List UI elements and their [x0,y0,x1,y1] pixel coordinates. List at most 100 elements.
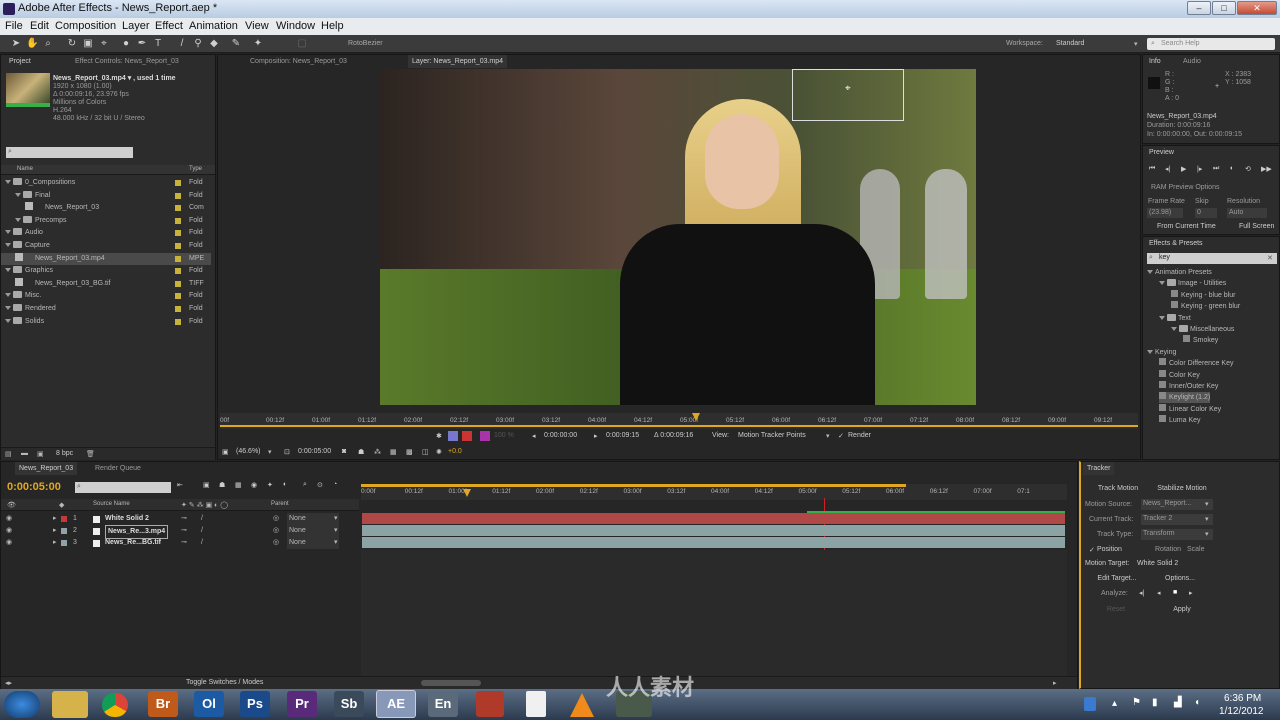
layer-bar-news-report-mp4[interactable] [362,525,1065,536]
skip-input[interactable]: 0 [1195,208,1217,218]
encore-taskbar-icon[interactable]: En [428,691,458,717]
hide-shy-layers-icon[interactable]: ☗ [219,481,225,489]
pick-whip-icon[interactable]: ◎ [273,537,279,549]
label-color-swatch[interactable] [175,318,181,325]
track-point-crosshair-icon[interactable]: ⌖ [845,83,851,94]
show-snapshot-icon[interactable]: ☗ [358,448,364,456]
always-preview-icon[interactable]: ▣ [222,448,229,456]
after-effects-taskbar-icon[interactable]: AE [376,690,416,718]
project-item[interactable]: 0_Compositions Fold [1,177,211,189]
frame-blending-icon[interactable]: ▦ [235,481,242,489]
layer-label-color[interactable] [61,540,67,546]
effect-item[interactable]: Color Key [1159,369,1200,381]
tab-effect-controls[interactable]: Effect Controls: News_Report_03 [71,55,183,68]
project-item[interactable]: Audio Fold [1,227,211,239]
project-item[interactable]: Misc. Fold [1,290,211,302]
project-item[interactable]: Final Fold [1,190,211,202]
track-point-box[interactable] [792,69,904,121]
effect-item[interactable]: Animation Presets [1147,267,1212,278]
network-icon[interactable]: ▟ [1174,697,1182,708]
project-item[interactable]: Graphics Fold [1,265,211,277]
tab-effects-presets[interactable]: Effects & Presets [1145,237,1207,250]
from-current-time-checkbox[interactable]: From Current Time [1157,223,1216,230]
auto-keyframe-icon[interactable]: ◐ [283,481,287,488]
project-item[interactable]: Solids Fold [1,316,211,328]
eye-icon[interactable]: ◉ [6,513,12,525]
effect-item[interactable]: Color Difference Key [1159,358,1233,369]
quality-icon[interactable]: / [201,513,203,525]
timeline-work-area[interactable] [361,484,906,487]
brainstorm-icon[interactable]: ✦ [267,481,273,489]
zoom-slider[interactable] [421,680,481,686]
expand-triangle-icon[interactable]: ▸ [53,525,57,537]
effect-item[interactable]: Inner/Outer Key [1159,381,1218,392]
pen-tool-icon[interactable]: ✒ [136,38,148,50]
track-type-dropdown[interactable]: Transform ▾ [1141,529,1213,540]
premiere-taskbar-icon[interactable]: Pr [287,691,317,717]
layer-row[interactable]: ◉ ▸ 3 News_Re...BG.tif ⊸ / ◎ None ▾ [1,537,359,549]
effect-item[interactable]: Linear Color Key [1159,403,1221,415]
motion-blur-icon[interactable]: ◉ [251,481,257,489]
edit-target-button[interactable]: Edit Target... [1089,573,1145,585]
interpret-footage-icon[interactable]: ▤ [5,450,12,458]
label-color-swatch[interactable] [175,243,181,249]
effect-item[interactable]: Keying - green blur [1171,301,1240,312]
analyze-one-back-icon[interactable]: ◂ [1157,589,1161,597]
label-color-swatch[interactable] [175,280,181,287]
project-item[interactable]: News_Report_03.mp4 MPE [1,252,211,265]
clone-stamp-tool-icon[interactable]: ⚲ [192,38,204,50]
set-in-icon[interactable] [448,431,458,441]
puppet-tool-icon[interactable]: ✦ [252,38,264,50]
show-hidden-icons-icon[interactable]: ▴ [1112,698,1117,709]
timeline-empty-area[interactable] [361,550,1067,676]
camera-tool-icon[interactable]: ▣ [82,38,94,50]
menu-composition[interactable]: Composition [55,20,116,32]
shy-icon[interactable]: ⊸ [181,513,187,525]
layer-row[interactable]: ◉ ▸ 2 News_Re...3.mp4 ⊸ / ◎ None ▾ [1,525,359,539]
toggle-switches-modes[interactable]: Toggle Switches / Modes [186,679,263,686]
set-out-icon[interactable] [462,431,472,441]
quality-icon[interactable]: / [201,525,203,537]
layer-label-color[interactable] [61,516,67,522]
workspace-dropdown[interactable]: Standard ▾ [1052,38,1142,50]
outlook-taskbar-icon[interactable]: Ol [194,691,224,717]
battery-icon[interactable]: ▮ [1152,697,1158,708]
project-item[interactable]: News_Report_03 Com [1,202,211,214]
stop-analysis-icon[interactable]: ■ [1173,589,1177,596]
expand-icon[interactable]: ◂▸ [5,679,12,687]
brush-tool-icon[interactable]: / [176,38,188,50]
comp-mini-flowchart-icon[interactable]: ⇤ [177,481,183,489]
graph-editor-icon[interactable]: ⌕ [303,481,307,489]
effect-item[interactable]: Keying - blue blur [1171,289,1235,301]
snapshot-icon[interactable]: ◙ [342,448,346,455]
out-point-time[interactable]: 0:00:09:15 [606,432,639,439]
scroll-right-icon[interactable]: ▸ [1053,679,1057,687]
bridge-taskbar-icon[interactable]: Br [148,691,178,717]
layer-label-color[interactable] [61,528,67,534]
layer-name[interactable]: News_Re...BG.tif [105,537,161,549]
label-color-swatch[interactable] [175,306,181,312]
track-motion-button[interactable]: Track Motion [1089,483,1147,495]
motion-source-dropdown[interactable]: News_Report... ▾ [1141,499,1213,510]
quality-icon[interactable]: / [201,537,203,549]
last-frame-icon[interactable]: ⏭ [1213,165,1219,173]
tab-project[interactable]: Project [5,55,35,68]
pick-whip-icon[interactable]: ◎ [273,525,279,537]
transparency-grid-icon[interactable]: ▩ [406,448,413,456]
project-search-input[interactable]: ⌕ [6,147,133,158]
loop-icon[interactable]: ⟲ [1245,165,1251,173]
menu-edit[interactable]: Edit [30,20,49,32]
in-point-icon[interactable]: ◂ [532,432,536,440]
full-screen-checkbox[interactable]: Full Screen [1239,223,1274,230]
layer-name[interactable]: White Solid 2 [105,513,149,525]
eye-icon[interactable]: ◉ [6,537,12,549]
minimize-button[interactable]: – [1187,1,1211,15]
zoom-tool-icon[interactable]: ⌕ [42,38,54,50]
set-in-point-icon[interactable]: ✱ [436,432,442,440]
tab-info[interactable]: Info [1145,55,1165,68]
parent-dropdown[interactable]: None [287,513,339,525]
safe-zones-icon[interactable]: ⊡ [284,448,290,456]
effect-item[interactable]: Keying [1147,347,1176,358]
label-color-swatch[interactable] [175,180,181,186]
label-icon[interactable]: ◆ [59,501,64,509]
